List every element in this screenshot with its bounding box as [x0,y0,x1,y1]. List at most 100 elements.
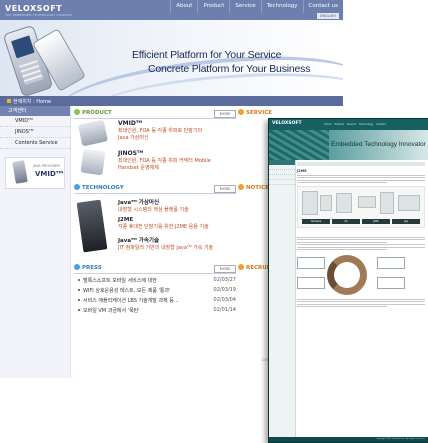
press-more-button[interactable]: MORE [214,265,236,273]
press-section-title: PRESS [74,264,102,272]
breadcrumb: 현재위치 : Home [13,98,52,105]
front-nav-contact[interactable]: Contact [376,123,386,126]
technology-more-button[interactable]: MORE [214,185,236,193]
product-image-jinos [80,148,106,176]
technology-item-java-vm[interactable]: Javaᵀᴹ 가상머신 내장형 시스템의 핵심 플랫폼 기술 [118,198,238,214]
diagram-device [336,193,352,213]
technology-divider [74,193,236,194]
front-footer: Copyright 2002 VeloxSoft Inc. All rights… [269,437,428,442]
front-hero-title: Embedded Technology Innovator [331,141,426,148]
service-bullet-icon [238,109,244,115]
front-breadcrumb [297,162,425,166]
front-nav: Home Product Service Technology Contact [324,123,386,126]
front-section-title: J2ME [297,169,307,173]
press-item[interactable]: 벨록스소프트 모바일 서비스에 대한 02/03/27 [78,277,236,284]
diagram-device [358,196,376,208]
vmid-banner[interactable]: JAVA PROVIDER VMIDᵀᴹ [5,157,65,189]
hero-headline-2: Concrete Platform for Your Business [148,63,311,75]
cycle-box [297,257,325,269]
front-hero-banner: Embedded Technology Innovator [269,130,428,160]
product-more-button[interactable]: MORE [214,110,236,118]
site-logo[interactable]: VELOXSOFT [5,4,62,13]
diagram-label: Hardware [302,219,330,224]
press-divider [74,273,236,274]
sidebar-item-jinos[interactable]: JINOSᵀᴹ [0,127,70,138]
front-top-bar: VELOXSOFT Home Product Service Technolog… [269,119,428,130]
diagram-label: App [392,219,420,224]
product-name: VMIDᵀᴹ [118,120,143,127]
press-item[interactable]: 서비스 애플리케이션 LBS 기술개발 과제 등... 02/03/04 [78,297,236,304]
technology-section-title: TECHNOLOGY [74,184,124,192]
sidebar-item-contents-service[interactable]: Contents Service [0,138,70,149]
cycle-box [377,277,405,289]
front-logo[interactable]: VELOXSOFT [272,121,302,126]
product-bullet-icon [74,109,80,115]
technology-page-window: VELOXSOFT Home Product Service Technolog… [268,118,428,443]
front-body-text [297,236,425,250]
language-button[interactable]: ENGLISH [317,13,339,19]
front-sidebar [269,160,296,438]
cycle-box [297,277,325,289]
front-nav-service[interactable]: Service [347,123,356,126]
front-nav-product[interactable]: Product [334,123,344,126]
diagram-device [302,191,318,215]
service-section-title: SERVICE [238,109,272,117]
front-content: J2ME Hardware OS J2ME App [297,162,425,436]
diagram-device [320,195,332,211]
location-icon [7,99,11,103]
nav-product[interactable]: Product [197,0,229,13]
j2me-architecture-diagram: Hardware OS J2ME App [297,186,425,228]
product-desc: 최대인원, FOA 등 각종 위피로 단말기의 Java 가상머신 [118,128,203,141]
phone-screen [11,35,35,59]
logo-tagline: THE EMBEDDED TECHNOLOGY COMPANY [5,13,73,17]
cycle-ring [327,255,367,295]
banner-phone-image [12,160,28,184]
front-nav-home[interactable]: Home [324,123,331,126]
press-item[interactable]: WIFI 상호운용성 테스트, 모든 제품 '통과' 02/03/19 [78,287,236,294]
product-item-vmid[interactable]: VMIDᵀᴹ 최대인원, FOA 등 각종 위피로 단말기의 Java 가상머신 [118,120,238,142]
sidebar-item-vmid[interactable]: VMIDᵀᴹ [0,116,70,127]
main-nav: About Product Service Technology Contact… [170,0,343,13]
banner-caption: JAVA PROVIDER [33,164,60,168]
diagram-device [398,195,420,211]
process-cycle-diagram [297,253,425,297]
press-bullet-icon [74,264,80,270]
front-intro-text [297,174,425,183]
hero-headline-1: Efficient Platform for Your Service [132,49,282,61]
sidebar: 고객센터 VMIDᵀᴹ JINOSᵀᴹ Contents Service JAV… [0,106,71,378]
top-bar: VELOXSOFT THE EMBEDDED TECHNOLOGY COMPAN… [0,0,343,20]
nav-about[interactable]: About [170,0,197,13]
product-image-vmid [77,119,109,147]
front-sidebar-item[interactable] [269,180,295,185]
front-copyright: Copyright 2002 VeloxSoft Inc. All rights… [375,438,425,440]
front-nav-technology[interactable]: Technology [359,123,373,126]
recruit-bullet-icon [238,264,244,270]
diagram-label: OS [332,219,360,224]
product-name: JINOSᵀᴹ [118,150,144,157]
diagram-device [380,192,394,214]
product-desc: 최대인원, FOA 등 각종 위피 커넥터 Mobile Handset 운영체제 [118,158,211,171]
nav-service[interactable]: Service [229,0,260,13]
nav-technology[interactable]: Technology [260,0,303,13]
technology-device-image [76,199,108,253]
notice-section-title: NOTICE [238,184,269,192]
hero-banner: Efficient Platform for Your Service Conc… [0,20,343,96]
product-item-jinos[interactable]: JINOSᵀᴹ 최대인원, FOA 등 각종 위피 커넥터 Mobile Hand… [118,150,238,172]
technology-item-java-accel[interactable]: Javaᵀᴹ 가속기술 JIT 컴파일러 기반의 내장형 Javaᵀᴹ 가속 기… [118,236,238,252]
banner-title: VMIDᵀᴹ [35,170,64,178]
product-divider [74,118,236,119]
front-footer-text [297,298,425,307]
cycle-box [377,257,405,269]
breadcrumb-bar: 현재위치 : Home [0,96,343,106]
notice-bullet-icon [238,184,244,190]
product-section-title: PRODUCT [74,109,112,117]
keyboard-image [269,130,329,160]
technology-item-j2me[interactable]: J2ME 각종 휴대전 단말기를 위한 J2ME 응용 기술 [118,217,238,231]
nav-contact[interactable]: Contact us [302,0,344,13]
front-subsection-title [297,231,425,235]
phone-keypad [18,58,44,86]
diagram-label: J2ME [362,219,390,224]
technology-bullet-icon [74,184,80,190]
press-item[interactable]: 모바일 VM 과금에서 '폭탄' 02/01/14 [78,307,236,314]
sidebar-header: 고객센터 [0,106,70,116]
